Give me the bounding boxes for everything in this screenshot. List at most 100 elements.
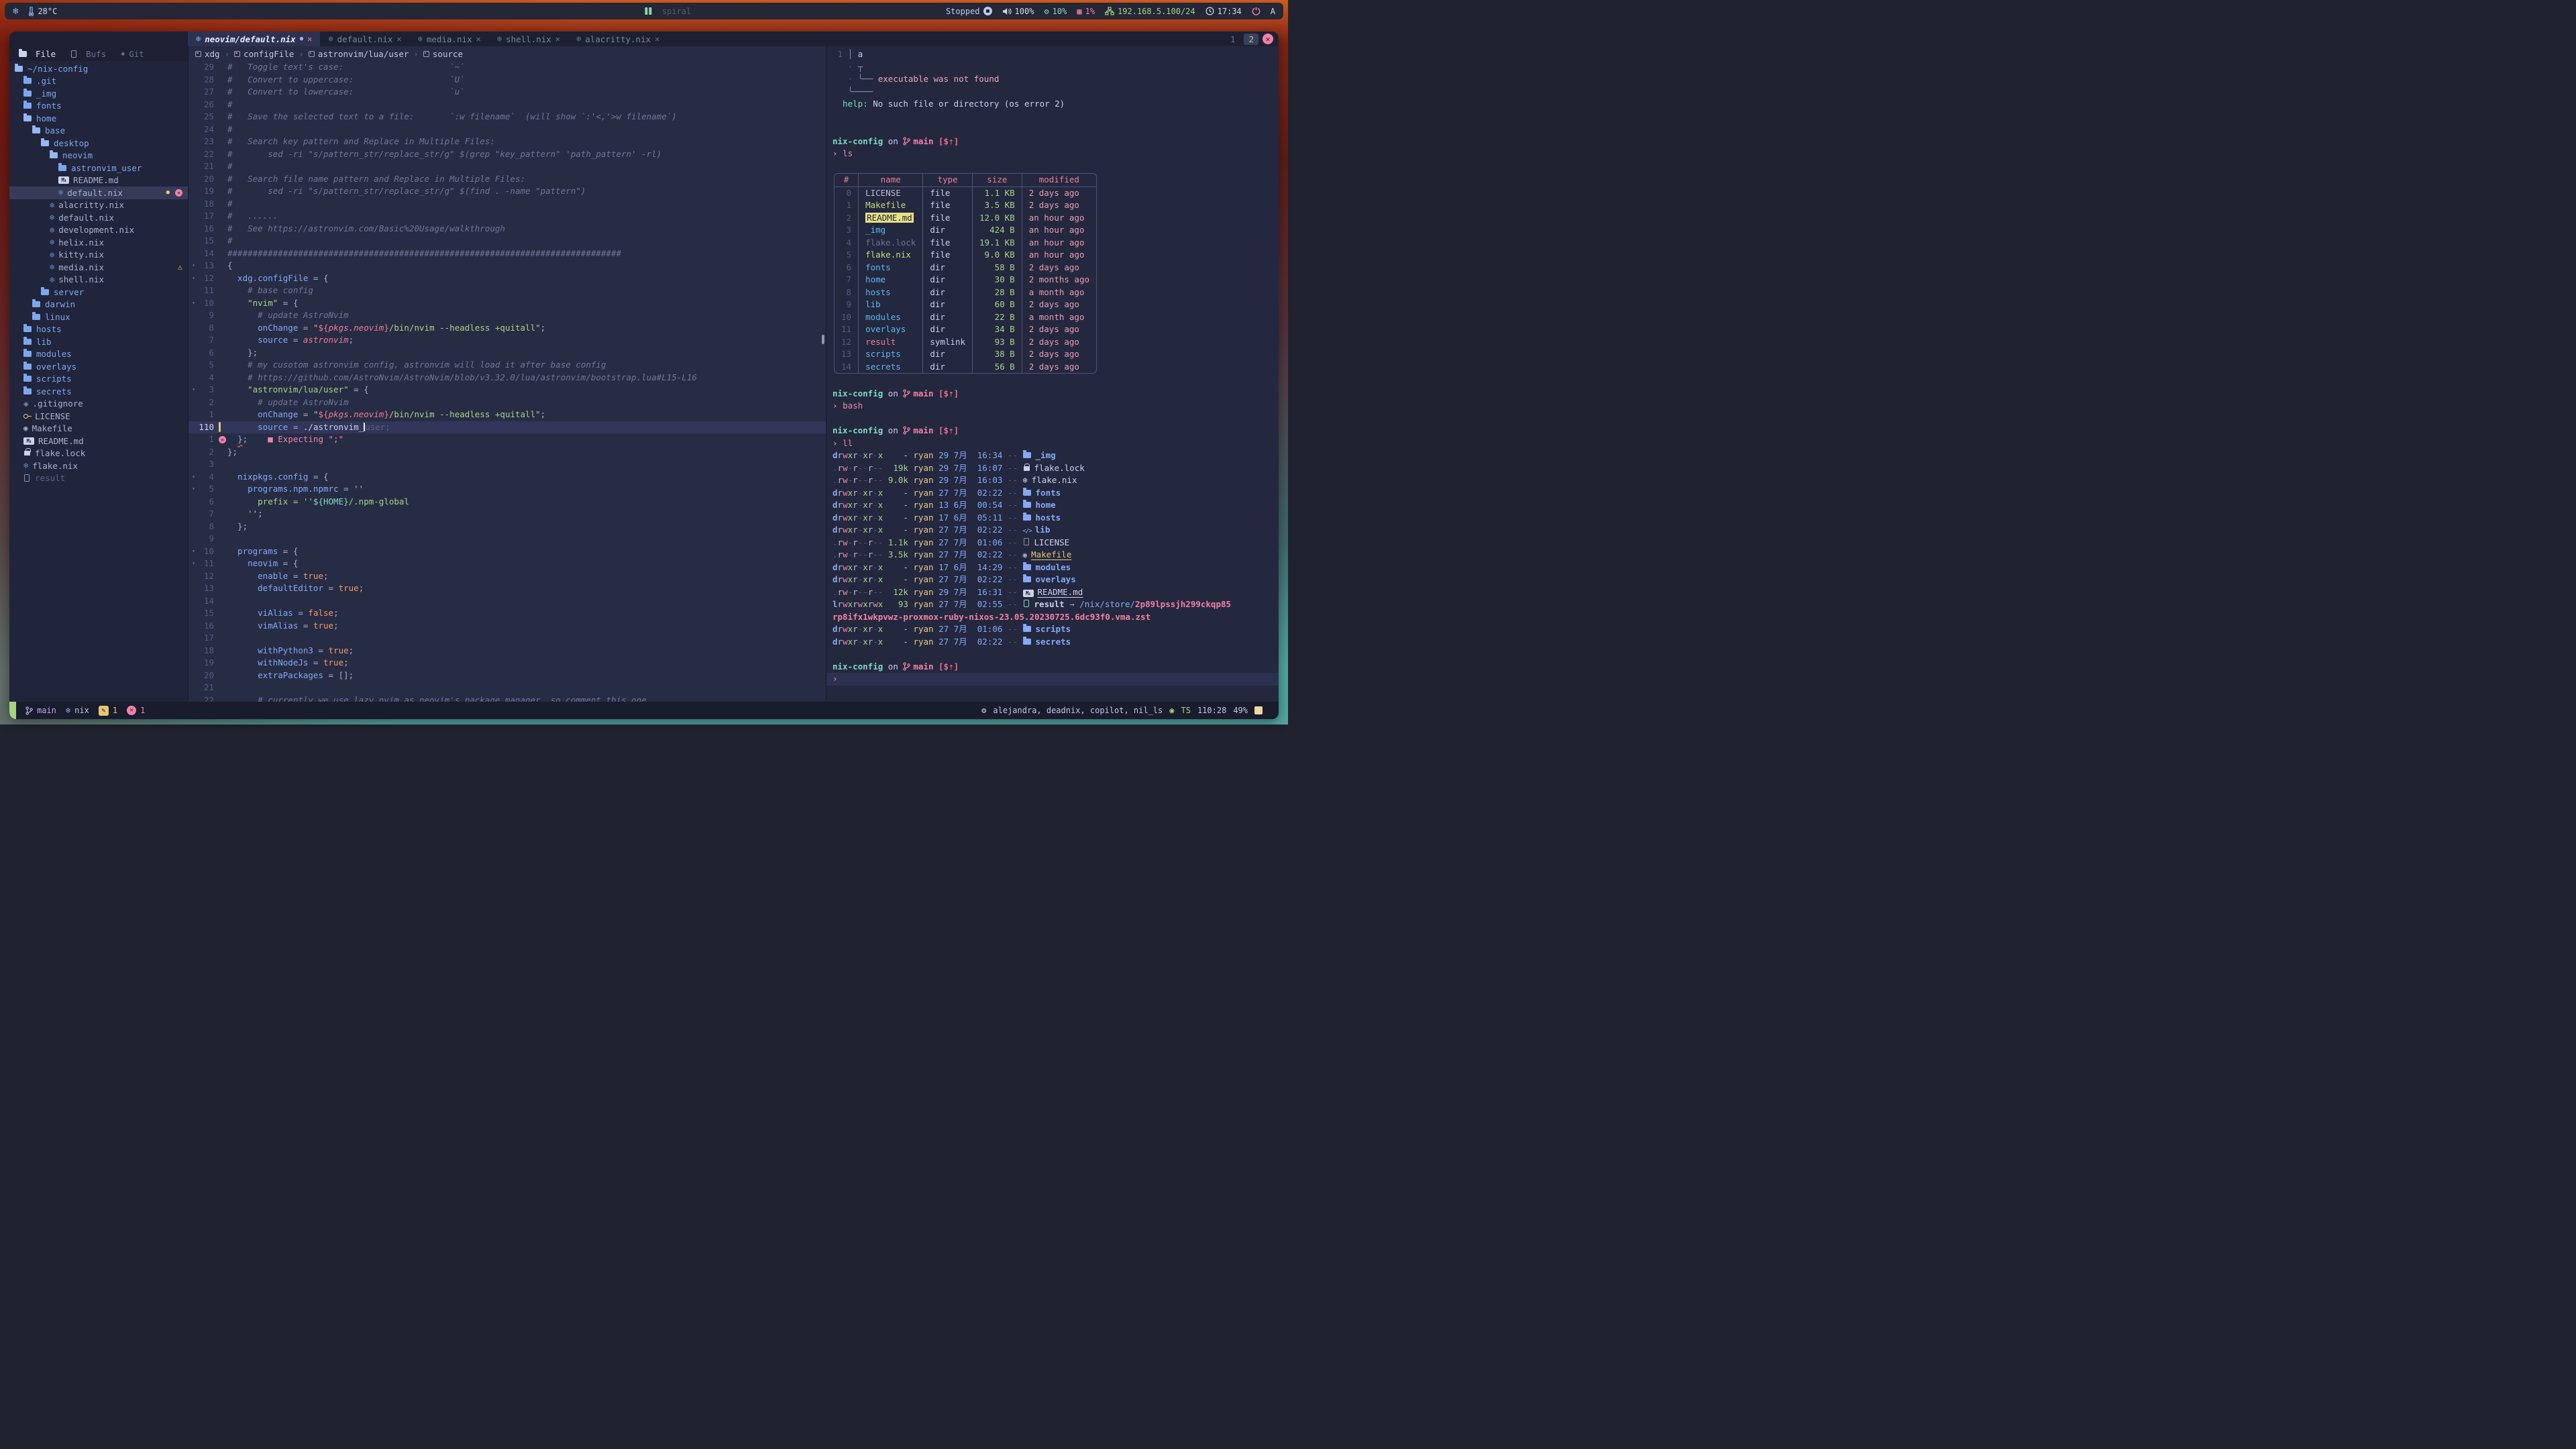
tree-item-overlays[interactable]: overlays [9, 360, 188, 373]
editor-line[interactable]: 6 }; [189, 347, 826, 360]
tree-item-.gitignore[interactable]: ◈.gitignore [9, 398, 188, 411]
tree-item-helix.nix[interactable]: ❄helix.nix [9, 236, 188, 249]
clock-widget[interactable]: 17:34 [1205, 7, 1242, 16]
gpu-widget[interactable]: ⚙ 10% [1044, 7, 1067, 16]
editor-line[interactable]: 29# Toggle text's case: `~` [189, 61, 826, 74]
neotree-source-file[interactable]: File [19, 49, 56, 59]
tree-item-flake.nix[interactable]: ❄flake.nix [9, 460, 188, 472]
buffer-tab-default.nix[interactable]: ❄default.nix✕ [320, 32, 409, 46]
close-window-button[interactable]: ✕ [1263, 34, 1273, 44]
tree-item-default.nix[interactable]: ❄default.nix [9, 211, 188, 224]
diagnostics-errors[interactable]: ✕ 1 [127, 706, 145, 715]
editor-line[interactable]: 9 [189, 533, 826, 545]
editor-line[interactable]: 12 enable = true; [189, 570, 826, 583]
editor-line[interactable]: 7 source = astronvim; [189, 334, 826, 347]
editor-line[interactable]: ▾4 nixpkgs.config = { [189, 471, 826, 484]
editor-line[interactable]: 28# Convert to uppercase: `U` [189, 74, 826, 87]
editor-line[interactable]: 19# sed -ri "s/pattern_str/replace_str/g… [189, 185, 826, 198]
editor-line[interactable]: 11 # base config [189, 284, 826, 297]
editor-line[interactable]: 8 onChange = "${pkgs.neovim}/bin/nvim --… [189, 322, 826, 335]
editor-line[interactable]: 18# [189, 198, 826, 211]
recording-status-widget[interactable]: Stopped [946, 7, 992, 16]
tabpage-1[interactable]: 1 [1226, 34, 1240, 45]
editor-line[interactable]: 9 # update AstroNvim [189, 309, 826, 322]
cpu-widget[interactable]: ▦ 1% [1077, 7, 1095, 16]
editor-line[interactable]: 21 [189, 682, 826, 694]
volume-widget[interactable]: 100% [1002, 7, 1034, 16]
editor-line[interactable]: 23# Search key pattern and Replace in Mu… [189, 136, 826, 148]
editor-line[interactable]: 22 # currently we use lazy.nvim as neovi… [189, 694, 826, 702]
tree-item-alacritty.nix[interactable]: ❄alacritty.nix [9, 199, 188, 212]
editor-line[interactable]: ▾10 "nvim" = { [189, 297, 826, 310]
temperature-widget[interactable]: 28°C [28, 7, 57, 16]
editor-line[interactable]: 27# Convert to lowercase: `u` [189, 86, 826, 99]
editor-line[interactable]: 24# [189, 123, 826, 136]
buffer-tab-shell.nix[interactable]: ❄shell.nix✕ [489, 32, 568, 46]
editor-line[interactable]: 8 }; [189, 521, 826, 533]
editor-line[interactable]: 110 source = ./astronvim_user; [189, 421, 826, 434]
keyboard-layout-indicator[interactable]: A [1271, 7, 1275, 16]
tree-item-home[interactable]: home [9, 112, 188, 125]
tab-close-icon[interactable]: ✕ [396, 34, 401, 44]
editor-line[interactable]: ▾3 "astronvim/lua/user" = { [189, 384, 826, 396]
editor-line[interactable]: 19 withNodeJs = true; [189, 657, 826, 669]
git-branch-widget[interactable]: main [25, 706, 56, 715]
editor-line[interactable]: 2 # update AstroNvim [189, 396, 826, 409]
editor-line[interactable]: 16# See https://astronvim.com/Basic%20Us… [189, 223, 826, 235]
close-buffer-icon[interactable]: ✕ [175, 189, 182, 197]
editor-line[interactable]: 4 # https://github.com/AstroNvim/AstroNv… [189, 372, 826, 384]
breadcrumb-item-xdg[interactable]: xdg [195, 49, 220, 59]
editor-line[interactable]: 3 [189, 458, 826, 471]
editor-line[interactable]: 25# Save the selected text to a file: `:… [189, 111, 826, 123]
code-buffer[interactable]: 29# Toggle text's case: `~`28# Convert t… [189, 61, 826, 702]
tab-close-icon[interactable]: ✕ [307, 34, 312, 44]
tree-item-README.md[interactable]: M↓README.md [9, 174, 188, 187]
scrollbar-thumb[interactable] [822, 335, 824, 344]
editor-line[interactable]: 6 prefix = ''${HOME}/.npm-global [189, 496, 826, 508]
tab-close-icon[interactable]: ✕ [655, 34, 659, 44]
editor-line[interactable]: ▾11 neovim = { [189, 557, 826, 570]
editor-line[interactable]: 26# [189, 99, 826, 111]
editor-line[interactable]: 14######################################… [189, 248, 826, 260]
breadcrumb-item-configFile[interactable]: configFile [234, 49, 294, 59]
tree-item-~/nix-config[interactable]: ~/nix-config [9, 62, 188, 75]
network-widget[interactable]: 192.168.5.100/24 [1105, 7, 1195, 16]
tree-item-neovim[interactable]: neovim [9, 150, 188, 162]
tree-item-kitty.nix[interactable]: ❄kitty.nix [9, 249, 188, 262]
tab-close-icon[interactable]: ✕ [555, 34, 560, 44]
tabpage-2[interactable]: 2 [1244, 34, 1258, 45]
editor-line[interactable]: 13 defaultEditor = true; [189, 582, 826, 595]
tree-item-linux[interactable]: linux [9, 311, 188, 323]
editor-line[interactable]: 2}; [189, 446, 826, 459]
tree-item-_img[interactable]: _img [9, 87, 188, 100]
editor-line[interactable]: 7 ''; [189, 508, 826, 521]
tree-item-desktop[interactable]: desktop [9, 137, 188, 150]
tree-item-development.nix[interactable]: ❄development.nix [9, 224, 188, 237]
tree-item-modules[interactable]: modules [9, 348, 188, 361]
editor-line[interactable]: 15 viAlias = false; [189, 607, 826, 620]
tab-close-icon[interactable]: ✕ [476, 34, 481, 44]
editor-line[interactable]: 1✕ }; ■ Expecting ";" [189, 433, 826, 446]
tree-item-default.nix[interactable]: ❄default.nix●✕ [9, 186, 188, 199]
nixos-logo-icon[interactable]: ❄ [13, 6, 18, 17]
tree-item-Makefile[interactable]: ◉Makefile [9, 423, 188, 435]
editor-line[interactable]: 16 vimAlias = true; [189, 620, 826, 633]
neotree-source-git[interactable]: ◆Git [121, 49, 144, 59]
tree-item-LICENSE[interactable]: LICENSE [9, 410, 188, 423]
tree-item-base[interactable]: base [9, 125, 188, 138]
tree-item-fonts[interactable]: fonts [9, 100, 188, 113]
tree-item-.git[interactable]: .git [9, 75, 188, 88]
power-icon[interactable] [1252, 7, 1260, 15]
tree-item-result[interactable]: result [9, 472, 188, 485]
editor-line[interactable]: 17 [189, 632, 826, 645]
editor-line[interactable]: ▾5 programs.npm.npmrc = '' [189, 483, 826, 496]
media-player-widget[interactable]: spiral [645, 7, 691, 16]
tree-item-shell.nix[interactable]: ❄shell.nix [9, 274, 188, 286]
diagnostics-modified[interactable]: ✎ 1 [99, 706, 117, 716]
tree-item-hosts[interactable]: hosts [9, 323, 188, 336]
editor-line[interactable]: ▾12 xdg.configFile = { [189, 272, 826, 285]
editor-line[interactable]: 17# ...... [189, 210, 826, 223]
tree-item-media.nix[interactable]: ❄media.nix⚠ [9, 261, 188, 274]
tree-item-astronvim_user[interactable]: astronvim_user [9, 162, 188, 174]
editor-line[interactable]: 20 extraPackages = []; [189, 669, 826, 682]
